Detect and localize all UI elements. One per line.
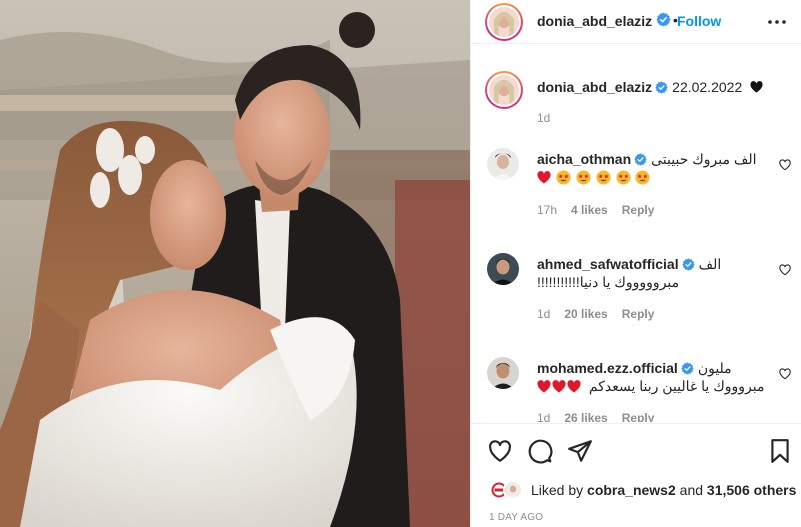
comment-text: الف xyxy=(698,256,722,272)
liked-by-row: Liked by cobra_news2 and 31,506 others xyxy=(489,480,799,500)
comment-time: 17h xyxy=(537,203,558,217)
comment-text: الف مبروك حبيبتى xyxy=(651,151,757,167)
post-caption: donia_abd_elaziz 22.02.2022 xyxy=(537,79,763,99)
verified-badge-icon xyxy=(655,81,668,99)
star-eyes-emoji-icon xyxy=(635,170,650,185)
post-actions: Liked by cobra_news2 and 31,506 others 1… xyxy=(471,423,801,527)
comment-likes[interactable]: 20 likes xyxy=(564,307,607,321)
comment-like-icon[interactable] xyxy=(779,367,791,380)
comment-text-line2: مبروووووك يا دنيا!!!!!!!!!!! xyxy=(537,274,680,290)
share-icon[interactable] xyxy=(567,438,593,464)
verified-badge-icon xyxy=(634,153,647,169)
liker-avatar[interactable] xyxy=(503,480,523,500)
liked-by-and: and xyxy=(679,482,704,498)
comment-icon[interactable] xyxy=(527,438,553,464)
post-side-panel: donia_abd_elaziz • Follow donia_abd_elaz… xyxy=(470,0,801,527)
comment-likes[interactable]: 26 likes xyxy=(564,411,607,422)
comment-emoji-line xyxy=(537,169,651,185)
more-icon[interactable] xyxy=(767,14,787,30)
comment-header: mohamed.ezz.official مليون xyxy=(537,360,732,378)
verified-badge-icon xyxy=(656,12,671,32)
comments-list[interactable]: donia_abd_elaziz 22.02.2022 1d aicha_othm… xyxy=(471,45,801,422)
comment-username[interactable]: aicha_othman xyxy=(537,151,631,167)
liked-by-prefix: Liked by xyxy=(531,482,584,498)
verified-badge-icon xyxy=(682,258,695,274)
liked-by-text: Liked by cobra_news2 and 31,506 others xyxy=(531,482,796,498)
comment-text: مليون xyxy=(697,360,732,376)
comment-likes[interactable]: 4 likes xyxy=(571,203,608,217)
author-username[interactable]: donia_abd_elaziz xyxy=(537,13,652,29)
post-header: donia_abd_elaziz • Follow xyxy=(471,0,801,44)
comment-meta: 1d 20 likes Reply xyxy=(537,307,668,321)
caption-time: 1d xyxy=(537,111,551,125)
post-timestamp[interactable]: 1 DAY AGO xyxy=(489,512,543,523)
commenter-avatar[interactable] xyxy=(487,357,519,389)
author-avatar-ring[interactable] xyxy=(485,3,523,41)
follow-button[interactable]: Follow xyxy=(677,13,721,29)
comment-text-line2: مبروووك يا غاليين ربنا يسعدكم xyxy=(537,378,764,395)
star-eyes-emoji-icon xyxy=(616,170,631,185)
reply-button[interactable]: Reply xyxy=(622,307,655,321)
comment-meta: 1d 26 likes Reply xyxy=(537,411,668,422)
verified-badge-icon xyxy=(681,362,694,378)
bookmark-icon[interactable] xyxy=(767,438,793,464)
wedding-photo xyxy=(0,0,470,527)
star-eyes-emoji-icon xyxy=(596,170,611,185)
liked-by-count[interactable]: 31,506 others xyxy=(707,482,797,498)
comment-like-icon[interactable] xyxy=(779,158,791,171)
reply-button[interactable]: Reply xyxy=(622,203,655,217)
caption-username[interactable]: donia_abd_elaziz xyxy=(537,79,652,95)
comment-text-line2: مبروووك يا غاليين ربنا يسعدكم xyxy=(588,378,765,394)
comment-header: aicha_othman الف مبروك حبيبتى xyxy=(537,151,757,169)
caption-text: 22.02.2022 xyxy=(672,79,743,95)
comment-time: 1d xyxy=(537,411,551,422)
black-heart-emoji-icon xyxy=(747,79,763,96)
post-photo[interactable] xyxy=(0,0,470,527)
red-heart-emoji-icon xyxy=(537,171,551,184)
liked-by-user[interactable]: cobra_news2 xyxy=(587,482,676,498)
red-heart-emoji-icon xyxy=(537,380,551,393)
comment-header: ahmed_safwatofficial الف xyxy=(537,256,721,274)
caption-avatar-ring[interactable] xyxy=(485,71,523,109)
comment-time: 1d xyxy=(537,307,551,321)
star-eyes-emoji-icon xyxy=(556,170,571,185)
red-heart-emoji-icon xyxy=(552,380,566,393)
comment-like-icon[interactable] xyxy=(779,263,791,276)
red-heart-emoji-icon xyxy=(567,380,581,393)
reply-button[interactable]: Reply xyxy=(622,411,655,422)
comment-username[interactable]: mohamed.ezz.official xyxy=(537,360,678,376)
commenter-avatar[interactable] xyxy=(487,253,519,285)
author-avatar[interactable] xyxy=(489,7,519,37)
commenter-avatar[interactable] xyxy=(487,148,519,180)
comment-meta: 17h 4 likes Reply xyxy=(537,203,668,217)
comment-username[interactable]: ahmed_safwatofficial xyxy=(537,256,679,272)
caption-author-avatar[interactable] xyxy=(489,75,519,105)
heart-outline-icon[interactable] xyxy=(487,438,513,464)
star-eyes-emoji-icon xyxy=(576,170,591,185)
